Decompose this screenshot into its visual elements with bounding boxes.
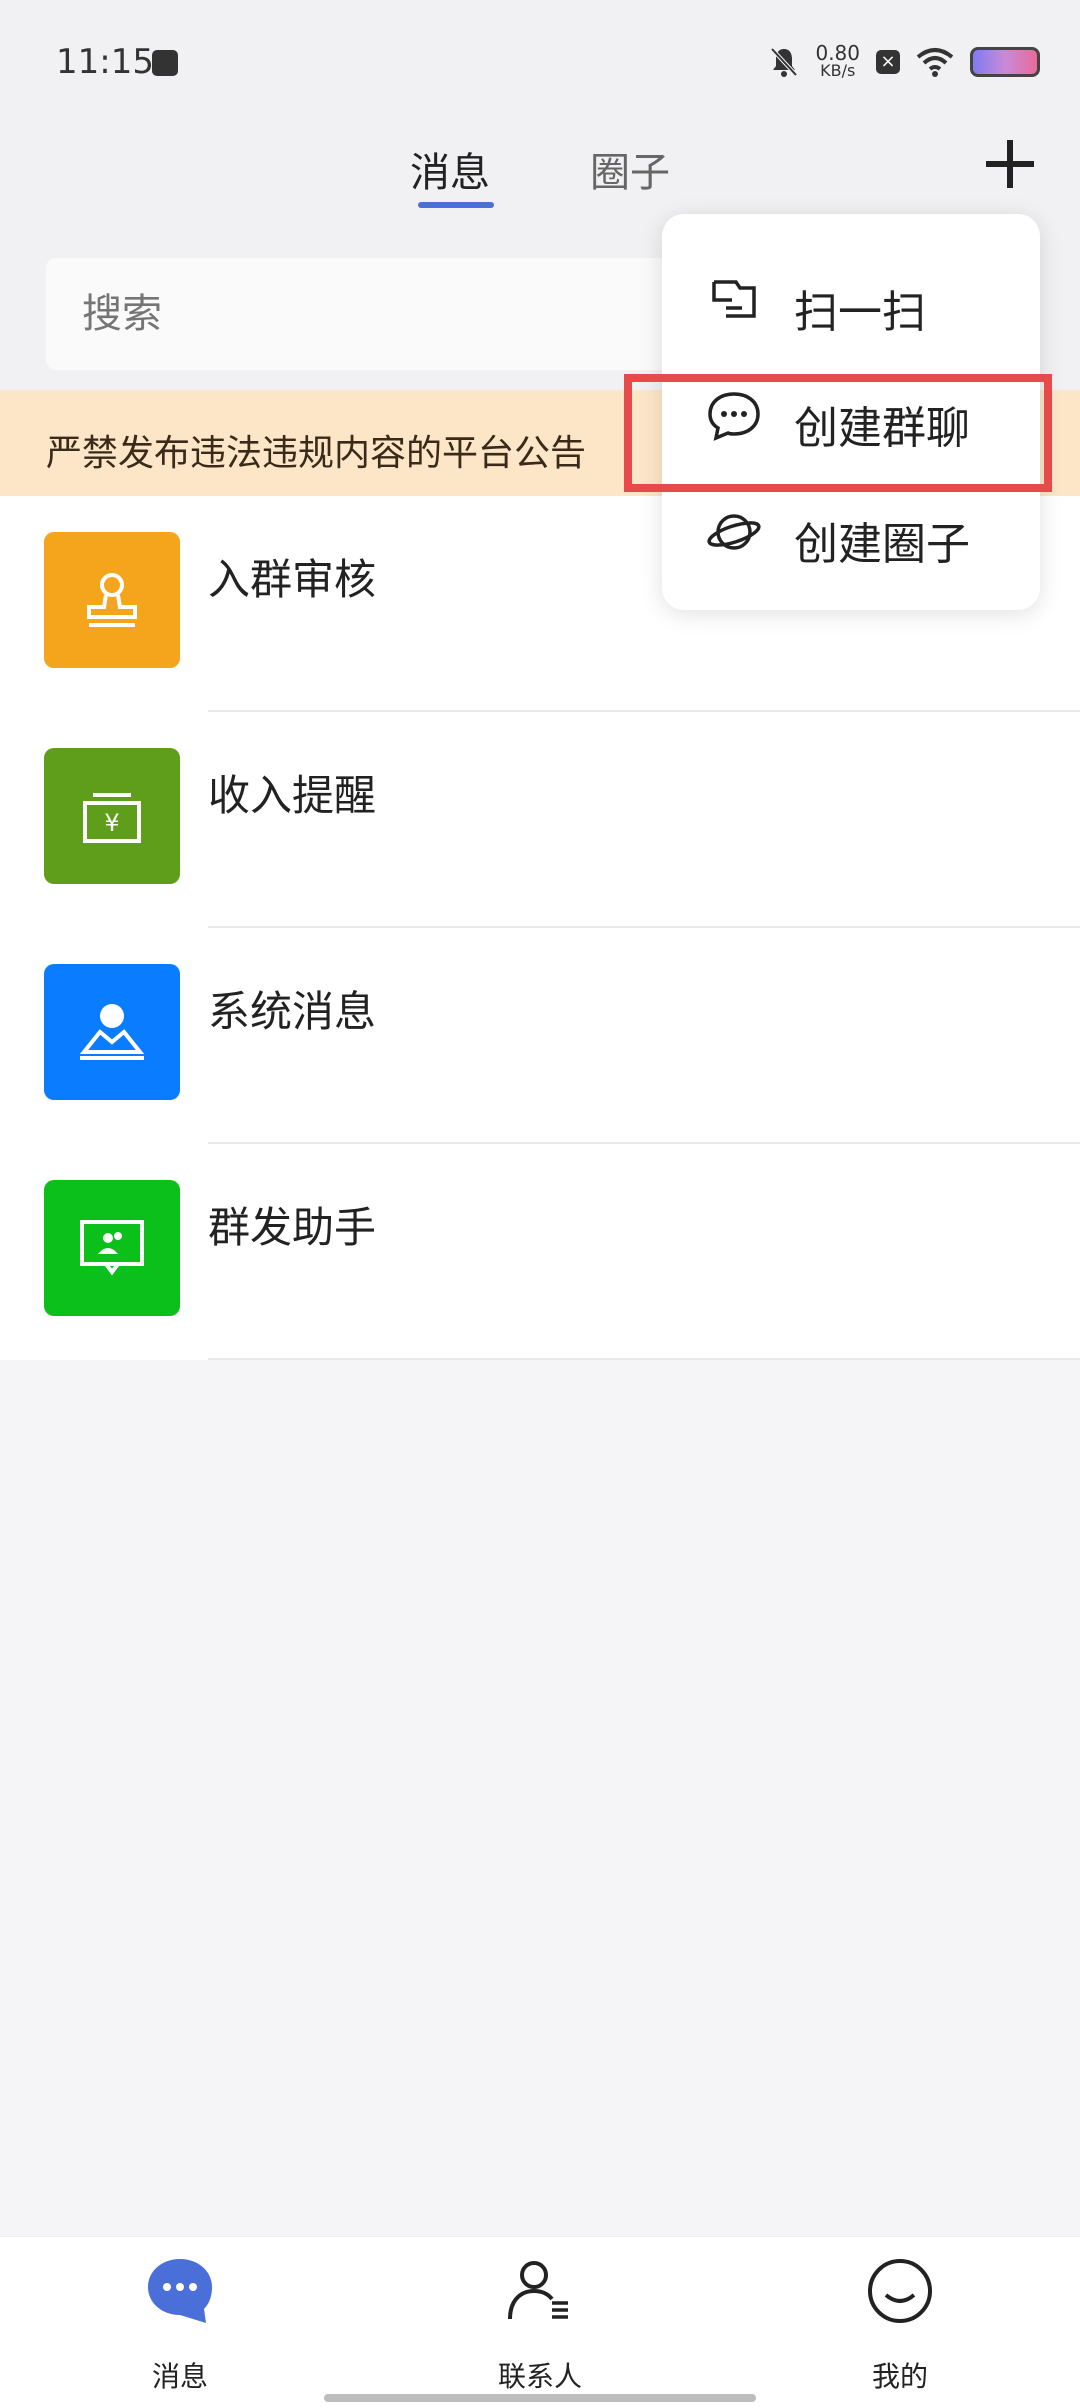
list-item-label: 系统消息: [208, 987, 377, 1036]
scan-icon: [712, 280, 756, 318]
home-indicator[interactable]: [324, 2394, 756, 2402]
yuan-wallet-icon: ¥: [44, 748, 180, 884]
nav-item-me[interactable]: 我的: [800, 2237, 1000, 2408]
plus-icon[interactable]: [984, 138, 1036, 190]
svg-text:¥: ¥: [104, 809, 119, 837]
list-item-label: 入群审核: [208, 555, 377, 604]
menu-item-label: 创建圈子: [794, 519, 970, 570]
broadcast-icon: [44, 1180, 180, 1316]
message-icon: [148, 2259, 212, 2323]
contacts-icon: [508, 2261, 568, 2320]
user-card-icon: [44, 964, 180, 1100]
nav-label: 联系人: [497, 2360, 582, 2393]
stamp-icon: [44, 532, 180, 668]
battery-icon: [970, 47, 1040, 77]
nav-item-contacts[interactable]: 联系人: [440, 2237, 640, 2408]
list-item-label: 群发助手: [208, 1203, 377, 1252]
nav-label: 消息: [151, 2360, 208, 2393]
nav-item-messages[interactable]: 消息: [80, 2237, 280, 2408]
speed-value: 0.80: [815, 41, 860, 65]
tab-messages[interactable]: 消息: [410, 140, 490, 198]
list-item-system-message[interactable]: 系统消息: [0, 928, 1080, 1144]
planet-icon: [707, 514, 761, 550]
bottom-nav: 消息 联系人 我的: [0, 2236, 1080, 2408]
status-bar: 11:15 0.80 KB/s ×: [0, 0, 1080, 120]
menu-item-label: 扫一扫: [794, 287, 926, 338]
notice-text: 严禁发布违法违规内容的平台公告: [46, 433, 587, 474]
bell-muted-icon: [770, 47, 798, 77]
status-icons: 0.80 KB/s ×: [769, 42, 1040, 82]
status-time: 11:15: [56, 42, 154, 82]
list-item-broadcast-assistant[interactable]: 群发助手: [0, 1144, 1080, 1360]
list-item-income-alert[interactable]: ¥ 收入提醒: [0, 712, 1080, 928]
list-item-label: 收入提醒: [208, 771, 377, 820]
active-tab-indicator: [418, 202, 494, 208]
nav-label: 我的: [871, 2360, 928, 2393]
speed-unit: KB/s: [820, 61, 856, 80]
message-list: 入群审核 ¥ 收入提醒 系统消息 群发助手: [0, 496, 1080, 1360]
smiley-icon: [868, 2259, 932, 2323]
app-icon: [152, 50, 178, 76]
divider: [208, 1358, 1080, 1360]
menu-item-scan[interactable]: 扫一扫: [662, 240, 1040, 356]
wifi-icon: [916, 48, 954, 77]
network-speed: 0.80 KB/s: [815, 41, 860, 80]
highlight-box: [624, 374, 1052, 492]
close-icon: ×: [876, 50, 900, 74]
tab-circle[interactable]: 圈子: [590, 140, 670, 198]
